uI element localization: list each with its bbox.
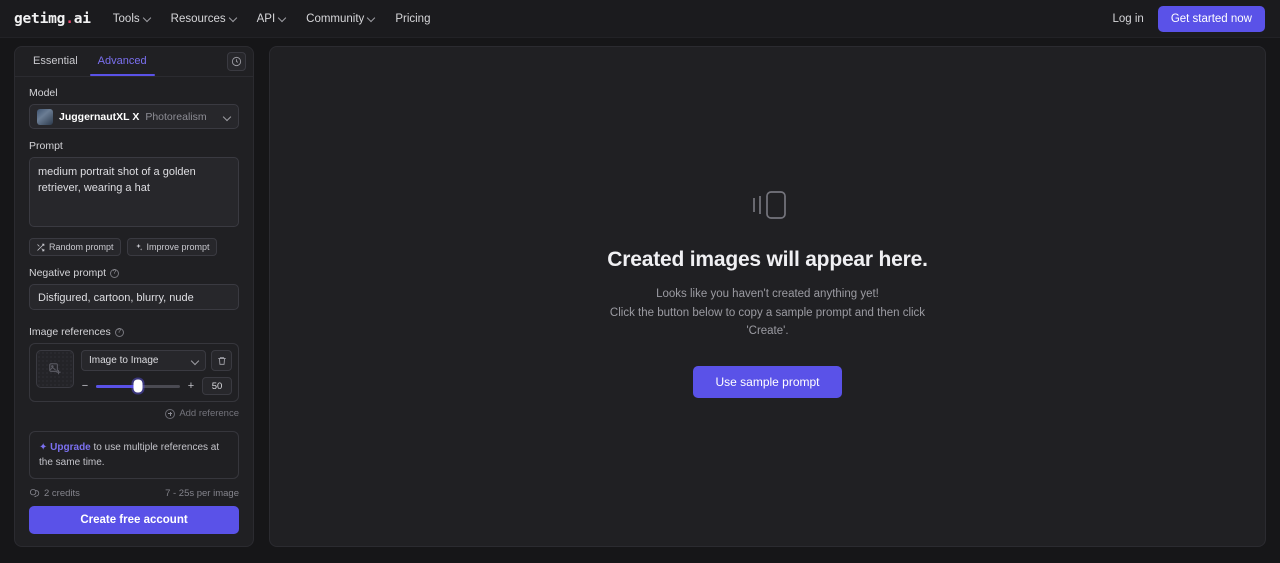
add-reference-label: Add reference bbox=[179, 408, 239, 419]
image-references-label-text: Image references bbox=[29, 326, 111, 338]
credits-info: 2 credits bbox=[29, 488, 80, 499]
random-prompt-button[interactable]: Random prompt bbox=[29, 238, 121, 256]
nav-label: Resources bbox=[170, 12, 226, 25]
model-thumbnail bbox=[37, 108, 53, 125]
empty-state-title: Created images will appear here. bbox=[607, 248, 928, 272]
top-navigation-bar: getimg.ai Tools Resources API Community … bbox=[0, 0, 1280, 38]
improve-prompt-button[interactable]: Improve prompt bbox=[126, 238, 217, 256]
nav-label: API bbox=[256, 12, 276, 25]
reference-upload-dropzone[interactable] bbox=[36, 350, 74, 388]
reference-mode-row: Image to Image bbox=[81, 350, 232, 371]
multi-reference-upsell: ✦ Upgrade to use multiple references at … bbox=[29, 431, 239, 479]
plus-circle-icon bbox=[165, 408, 176, 419]
improve-prompt-label: Improve prompt bbox=[146, 242, 210, 252]
page-stage: Essential Advanced Model JuggernautXL X … bbox=[0, 38, 1280, 563]
chevron-down-icon bbox=[230, 14, 238, 22]
logo-text-suffix: ai bbox=[73, 10, 91, 27]
model-label: Model bbox=[29, 87, 239, 99]
negative-prompt-input[interactable] bbox=[29, 284, 239, 310]
info-icon[interactable]: ? bbox=[110, 268, 120, 278]
main-canvas: Created images will appear here. Looks l… bbox=[269, 46, 1266, 547]
empty-state-description: Looks like you haven't created anything … bbox=[607, 285, 927, 341]
strength-value[interactable]: 50 bbox=[202, 377, 232, 395]
prompt-label-text: Prompt bbox=[29, 140, 63, 152]
chevron-down-icon bbox=[368, 14, 376, 22]
negative-prompt-label-text: Negative prompt bbox=[29, 267, 107, 279]
info-icon[interactable]: ? bbox=[114, 327, 124, 337]
header-actions: Log in Get started now bbox=[1112, 0, 1265, 38]
random-prompt-label: Random prompt bbox=[49, 242, 114, 252]
upgrade-link[interactable]: Upgrade bbox=[50, 442, 91, 453]
reference-controls: Image to Image − + 50 bbox=[81, 350, 232, 395]
generation-meta: 2 credits 7 - 25s per image bbox=[29, 488, 239, 499]
model-label-text: Model bbox=[29, 87, 58, 99]
nav-item-tools[interactable]: Tools bbox=[113, 13, 152, 25]
trash-icon bbox=[217, 356, 226, 365]
prompt-action-buttons: Random prompt Improve prompt bbox=[29, 238, 239, 256]
nav-item-resources[interactable]: Resources bbox=[171, 13, 238, 25]
logo-dot: . bbox=[65, 10, 74, 27]
nav-item-community[interactable]: Community bbox=[306, 13, 376, 25]
decrement-button[interactable]: − bbox=[81, 380, 89, 392]
nav-item-pricing[interactable]: Pricing bbox=[395, 13, 430, 25]
chevron-down-icon bbox=[279, 14, 287, 22]
gallery-icon bbox=[752, 191, 786, 219]
speed-label: 7 - 25s per image bbox=[165, 488, 239, 499]
nav-label: Tools bbox=[112, 12, 140, 25]
image-references-label: Image references ? bbox=[29, 326, 239, 338]
negative-prompt-label: Negative prompt ? bbox=[29, 267, 239, 279]
reference-mode-value: Image to Image bbox=[89, 355, 159, 366]
increment-button[interactable]: + bbox=[187, 380, 195, 392]
image-reference-row: Image to Image − + 50 bbox=[29, 343, 239, 402]
add-reference-button[interactable]: Add reference bbox=[29, 408, 239, 419]
prompt-input[interactable] bbox=[29, 157, 239, 227]
model-name: JuggernautXL X bbox=[59, 110, 140, 123]
image-plus-icon bbox=[49, 363, 61, 375]
sparkle-icon: ✦ bbox=[39, 442, 48, 453]
history-icon bbox=[231, 56, 242, 67]
slider-fill bbox=[96, 384, 138, 388]
nav-item-api[interactable]: API bbox=[257, 13, 288, 25]
model-select[interactable]: JuggernautXL X Photorealism bbox=[29, 104, 239, 129]
chevron-down-icon bbox=[190, 356, 200, 366]
site-logo[interactable]: getimg.ai bbox=[14, 11, 91, 27]
shuffle-icon bbox=[37, 243, 45, 251]
create-free-account-button[interactable]: Create free account bbox=[29, 506, 239, 534]
empty-line-3: 'Create'. bbox=[746, 325, 789, 338]
coins-icon bbox=[29, 488, 40, 498]
login-link[interactable]: Log in bbox=[1112, 13, 1143, 25]
nav-label: Community bbox=[306, 12, 365, 25]
sidebar-tabs: Essential Advanced bbox=[15, 47, 253, 77]
delete-reference-button[interactable] bbox=[211, 350, 232, 371]
tab-advanced[interactable]: Advanced bbox=[88, 48, 157, 76]
tab-essential[interactable]: Essential bbox=[23, 48, 88, 75]
reference-strength-slider: − + 50 bbox=[81, 377, 232, 395]
slider-track[interactable] bbox=[96, 379, 180, 393]
prompt-label: Prompt bbox=[29, 140, 239, 152]
chevron-down-icon bbox=[222, 112, 232, 122]
nav-label: Pricing bbox=[395, 12, 431, 25]
get-started-button[interactable]: Get started now bbox=[1157, 6, 1265, 32]
slider-handle[interactable] bbox=[133, 379, 143, 393]
use-sample-prompt-button[interactable]: Use sample prompt bbox=[693, 365, 842, 398]
reference-mode-select[interactable]: Image to Image bbox=[81, 350, 206, 371]
history-button[interactable] bbox=[227, 52, 246, 71]
chevron-down-icon bbox=[144, 14, 152, 22]
sparkles-icon bbox=[135, 243, 142, 250]
nav-links: Tools Resources API Community Pricing bbox=[113, 13, 431, 25]
empty-line-1: Looks like you haven't created anything … bbox=[656, 288, 879, 301]
sidebar-body: Model JuggernautXL X Photorealism Prompt bbox=[15, 77, 253, 546]
settings-sidebar: Essential Advanced Model JuggernautXL X … bbox=[14, 46, 254, 547]
credits-label: 2 credits bbox=[44, 488, 80, 499]
empty-line-2: Click the button below to copy a sample … bbox=[609, 306, 926, 319]
model-tag: Photorealism bbox=[145, 110, 207, 123]
empty-state: Created images will appear here. Looks l… bbox=[607, 189, 928, 398]
logo-text-prefix: getimg bbox=[14, 10, 66, 27]
